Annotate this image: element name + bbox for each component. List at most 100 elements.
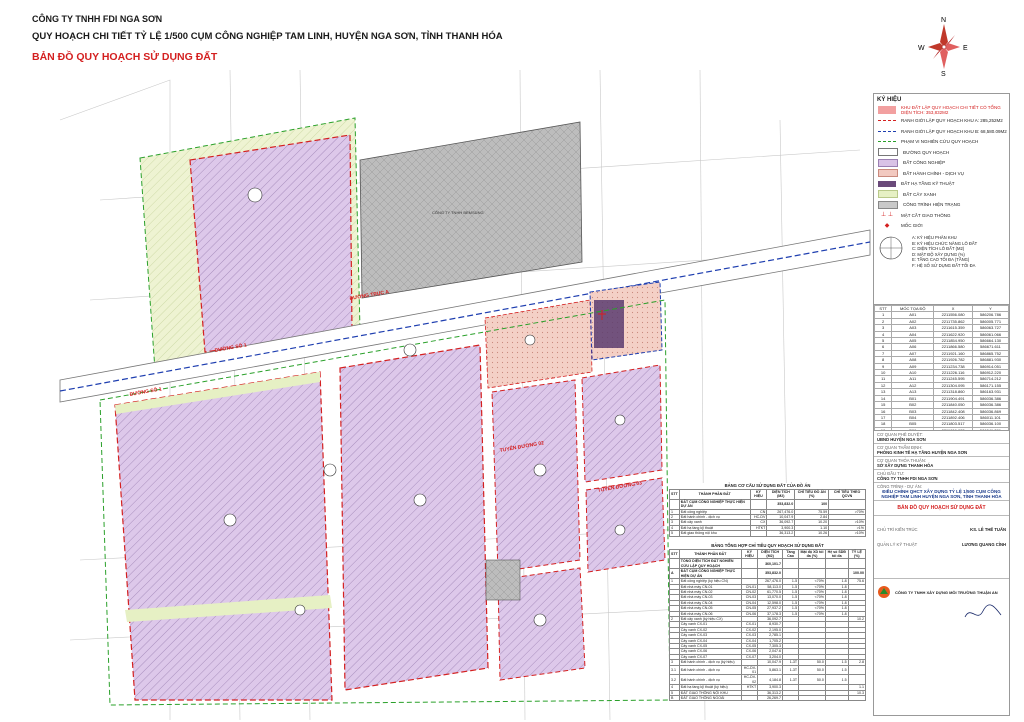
table-header-row: STT THÀNH PHẦN ĐẤT KÝ HIỆU DIỆN TÍCH (M2) C…: [669, 489, 866, 500]
table-cell: [798, 694, 826, 702]
table-cell: 100: [794, 498, 830, 510]
table-cell: [798, 568, 826, 580]
table-cell: 1.5: [824, 664, 849, 676]
table-cell: [782, 558, 800, 570]
table-row: 3.1 Đất hành chính - dịch vụ HC-DV-01 5,863…: [669, 664, 867, 676]
consultant: CÔNG TY TNHH XÂY DỰNG MÔI TRƯỜNG THUẬN A…: [874, 579, 1009, 605]
table-cell: 10.26: [794, 530, 830, 537]
table-row: A ĐẤT CỤM CÔNG NGHIỆP THỰC HIỆN DỰ ÁN 353,…: [669, 568, 867, 580]
table-cell: [828, 498, 866, 510]
legend-item: KHU ĐẤT LẬP QUY HOẠCH CHI TIẾT CÓ TỔNG D…: [874, 105, 1009, 116]
agreement-agency: CƠ QUAN THỎA THUẬN: SỞ XÂY DỰNG THANH HÓA: [874, 457, 1009, 470]
swatch-icon: [878, 169, 898, 178]
table-cell: [824, 694, 849, 702]
table-cell: [847, 664, 867, 676]
table-cell: [847, 558, 867, 570]
legend-title: KÝ HIỆU: [877, 97, 902, 103]
table-cell: [749, 530, 768, 537]
investor: CHỦ ĐẦU TƯ: CÔNG TY TNHH FDI NGA SƠN: [874, 470, 1009, 483]
lot-key-circle-icon: [879, 236, 903, 260]
svg-text:S: S: [941, 71, 946, 78]
section-symbol-icon: ⊥ ⊥: [880, 212, 894, 219]
title-block: CƠ QUAN PHÊ DUYỆT: UBND HUYỆN NGA SƠN CƠ …: [873, 430, 1010, 716]
swatch-icon: [878, 200, 898, 209]
table-cell: TỔNG DIỆN TÍCH ĐẤT NGHIÊN CỨU LẬP QUY HO…: [678, 558, 742, 570]
table-cell: 100.00: [847, 568, 867, 580]
table-cell: [782, 568, 800, 580]
legend-item: PHẠM VI NGHIÊN CỨU QUY HOẠCH: [874, 137, 1009, 148]
swatch-icon: [878, 130, 896, 132]
table-cell: ĐẤT CỤM CÔNG NGHIỆP THỰC HIỆN DỰ ÁN: [678, 498, 751, 510]
existing-building: [485, 559, 521, 601]
drawing-title: BẢN ĐỒ QUY HOẠCH SỬ DỤNG ĐẤT: [874, 501, 1009, 516]
industrial-lot-cn-03: [491, 379, 581, 573]
table-header-row: STT THÀNH PHẦN ĐẤT KÝ HIỆU DIỆN TÍCH (M2) T…: [669, 548, 867, 560]
table-cell: [782, 694, 800, 702]
swatch-icon: [878, 158, 898, 167]
legend-item: ◆ MỐC GIỚI: [874, 221, 1009, 232]
table-cell: [740, 558, 759, 570]
legend-item: ĐẤT HÀNH CHÍNH - DỊCH VỤ: [874, 168, 1009, 179]
table-cell: [749, 498, 768, 510]
table-cell: [824, 568, 849, 580]
boundary-marker-icon: ◆: [884, 222, 890, 229]
swatch-icon: [878, 190, 898, 199]
approval-agency: CƠ QUAN PHÊ DUYỆT: UBND HUYỆN NGA SƠN: [874, 431, 1009, 444]
table-cell: 5: [669, 530, 680, 537]
legend-item: ⊥ ⊥ MẶT CẮT GIAO THÔNG: [874, 210, 1009, 221]
existing-factory-label: CÔNG TY TNHH BEMSUNG: [432, 210, 484, 215]
table-cell: A: [669, 568, 680, 580]
industrial-lot-cn-02: [339, 344, 489, 691]
table-cell: [824, 558, 849, 570]
table-cell: 353,832.0: [757, 568, 784, 580]
table-cell: Đất hành chính - dịch vụ (ký hiệu): [678, 659, 742, 666]
swatch-icon: [878, 148, 898, 157]
table-cell: [847, 694, 867, 702]
table-cell: >10%: [828, 530, 866, 537]
table-cell: [740, 694, 759, 702]
table-row: TỔNG DIỆN TÍCH ĐẤT NGHIÊN CỨU LẬP QUY HO…: [669, 558, 867, 570]
table-cell: 353,832.0: [766, 498, 796, 510]
table-cell: B: [669, 694, 680, 702]
table-cell: 1.5: [824, 674, 849, 686]
table-cell: 36,313.2: [766, 530, 796, 537]
swatch-icon: [878, 120, 896, 122]
table-cell: 3.1: [669, 664, 680, 676]
industrial-lot-cn-01: [114, 371, 333, 701]
project-title: QUY HOẠCH CHI TIẾT TỶ LỆ 1/500 CỤM CÔNG …: [32, 31, 503, 42]
lot-key: A: KÝ HIỆU PHÂN KHU B: KÝ HIỆU CHỨC NĂNG…: [874, 231, 1009, 269]
table-cell: Đất hành chính - dịch vụ: [678, 674, 742, 686]
legend-item: RANH GIỚI LẬP QUY HOẠCH KHU A: 285,252M2: [874, 116, 1009, 127]
legend-item: CÔNG TRÌNH HIỆN TRẠNG: [874, 200, 1009, 211]
land-indicators-table: STT THÀNH PHẦN ĐẤT KÝ HIỆU DIỆN TÍCH (M2) T…: [669, 548, 867, 702]
table-cell: ĐẤT GIAO THÔNG NGOÀI: [678, 694, 742, 702]
map-title: BẢN ĐỒ QUY HOẠCH SỬ DỤNG ĐẤT: [32, 51, 218, 63]
table-cell: Đất giao thông nội khu: [678, 530, 751, 537]
legend-item: ĐẤT HẠ TẦNG KỸ THUẬT: [874, 179, 1009, 190]
appraisal-agency: CƠ QUAN THẨM ĐỊNH: PHÒNG KINH TẾ HẠ TẦNG …: [874, 444, 1009, 457]
table-cell: 5,863.1: [757, 664, 784, 676]
signatures: CHỦ TRÌ KIẾN TRÚC KS. LÊ THẾ TUẤN QUẢN LÝ…: [874, 516, 1009, 618]
table-row: 5 Đất giao thông nội khu 36,313.2 10.26 >10%: [669, 530, 866, 537]
table-cell: 4,184.8: [757, 674, 784, 686]
table-cell: 3.2: [669, 674, 680, 686]
table-cell: 1-3T: [782, 664, 800, 676]
company-name: CÔNG TY TNHH FDI NGA SƠN: [32, 14, 163, 24]
table-row: 3.2 Đất hành chính - dịch vụ HC-DV-02 4,184…: [669, 674, 867, 686]
swatch-icon: [878, 141, 896, 143]
table-row: B ĐẤT GIAO THÔNG NGOÀI 26,269.7: [669, 694, 867, 702]
table-cell: HC-DV-02: [740, 674, 759, 686]
table-cell: 26,269.7: [757, 694, 784, 702]
legend-item: ĐẤT CÂY XANH: [874, 189, 1009, 200]
swatch-icon: [878, 106, 896, 115]
table-row: ĐẤT CỤM CÔNG NGHIỆP THỰC HIỆN DỰ ÁN 353,8…: [669, 498, 866, 510]
table-cell: [669, 498, 680, 510]
swatch-icon: [878, 180, 896, 187]
legend-panel: KÝ HIỆU KHU ĐẤT LẬP QUY HOẠCH CHI TIẾT C…: [873, 93, 1010, 305]
coordinate-table: STT MỐC TỌA ĐỘ X Y 1 A01 2211556.080 586206…: [873, 304, 1010, 442]
svg-text:N: N: [941, 17, 946, 24]
consultant-logo-icon: [878, 586, 890, 598]
legend-item: ĐẤT CÔNG NGHIỆP: [874, 158, 1009, 169]
signature-icon: [964, 604, 1002, 618]
industrial-lot-north-west: [189, 134, 353, 353]
